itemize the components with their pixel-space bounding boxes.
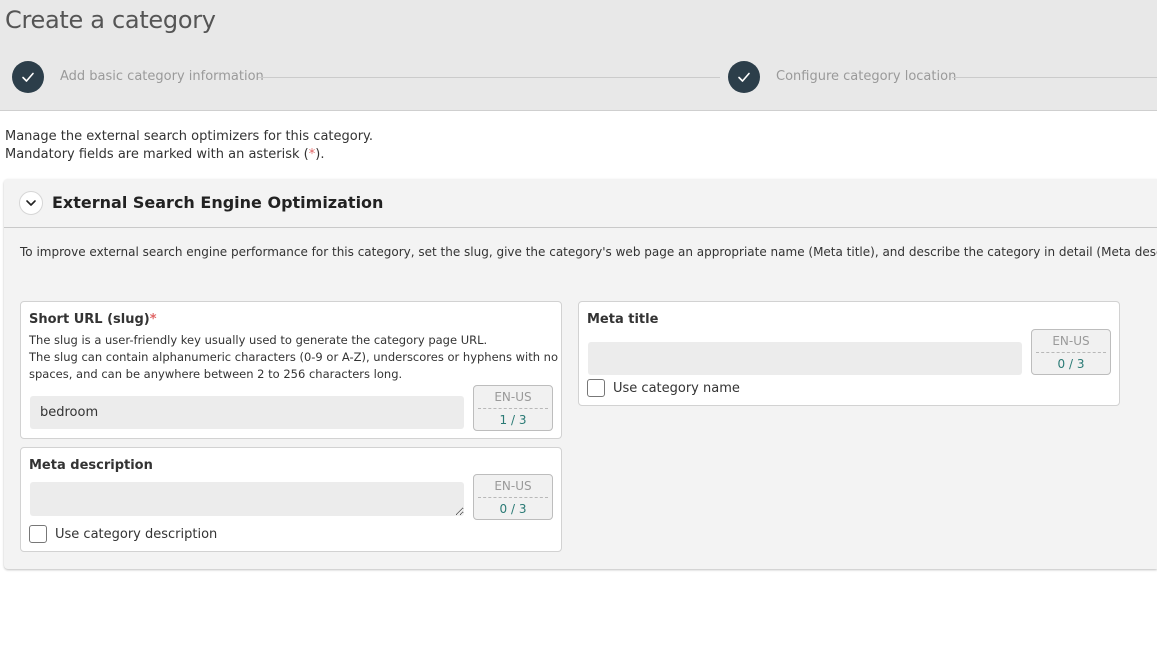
slug-help-line-1: The slug is a user-friendly key usually … (29, 333, 488, 347)
slug-help-line-3: spaces, and can be anywhere between 2 to… (29, 367, 403, 381)
locale-divider (478, 408, 548, 409)
slug-locale-selector[interactable]: EN-US 1 / 3 (473, 385, 553, 431)
locale-count: 0 / 3 (1057, 357, 1085, 371)
locale-divider (1036, 352, 1106, 353)
locale-count: 1 / 3 (499, 413, 527, 427)
step-connector (258, 77, 720, 78)
collapse-toggle-button[interactable] (19, 191, 43, 215)
step-1-label[interactable]: Add basic category information (60, 69, 264, 84)
meta-description-label: Meta description (29, 458, 153, 473)
meta-description-locale-selector[interactable]: EN-US 0 / 3 (473, 474, 553, 520)
seo-panel-title: External Search Engine Optimization (52, 193, 384, 212)
locale-code: EN-US (494, 390, 532, 404)
intro-line-1: Manage the external search optimizers fo… (5, 129, 374, 144)
slug-label-text: Short URL (slug) (29, 312, 150, 327)
meta-title-card: Meta title EN-US 0 / 3 Use category name (578, 301, 1120, 406)
meta-title-label: Meta title (587, 312, 659, 327)
meta-description-textarea[interactable] (30, 482, 464, 516)
intro-text: Manage the external search optimizers fo… (5, 128, 373, 164)
intro-line-2-end: ). (315, 147, 325, 162)
page-title: Create a category (5, 6, 216, 34)
slug-card: Short URL (slug)* The slug is a user-fri… (20, 301, 562, 439)
slug-input[interactable] (30, 396, 464, 429)
use-category-description-checkbox[interactable] (29, 525, 47, 543)
intro-line-2: Mandatory fields are marked with an aste… (5, 146, 373, 164)
seo-description: To improve external search engine perfor… (20, 245, 1157, 259)
meta-title-input[interactable] (588, 342, 1022, 375)
seo-panel: External Search Engine Optimization To i… (4, 179, 1157, 569)
slug-help-line-2: The slug can contain alphanumeric charac… (29, 350, 558, 364)
locale-code: EN-US (494, 479, 532, 493)
page-header: Create a category Add basic category inf… (0, 0, 1157, 111)
required-mark: * (149, 312, 157, 327)
use-category-description-label[interactable]: Use category description (55, 527, 217, 542)
locale-code: EN-US (1052, 334, 1090, 348)
slug-help-text: The slug is a user-friendly key usually … (29, 332, 558, 383)
use-category-name-checkbox[interactable] (587, 379, 605, 397)
check-icon (22, 72, 34, 82)
locale-count: 0 / 3 (499, 502, 527, 516)
step-2-label[interactable]: Configure category location (776, 69, 956, 84)
step-1-complete[interactable] (12, 61, 44, 93)
chevron-down-icon (26, 200, 36, 206)
meta-title-locale-selector[interactable]: EN-US 0 / 3 (1031, 329, 1111, 375)
intro-line-2-text: Mandatory fields are marked with an aste… (5, 147, 309, 162)
locale-divider (478, 497, 548, 498)
slug-label: Short URL (slug)* (29, 312, 157, 327)
use-category-name-label[interactable]: Use category name (613, 381, 740, 396)
seo-panel-header: External Search Engine Optimization (4, 179, 1157, 228)
step-connector (952, 77, 1157, 78)
step-2-complete[interactable] (728, 61, 760, 93)
meta-description-card: Meta description EN-US 0 / 3 Use categor… (20, 447, 562, 552)
check-icon (738, 72, 750, 82)
